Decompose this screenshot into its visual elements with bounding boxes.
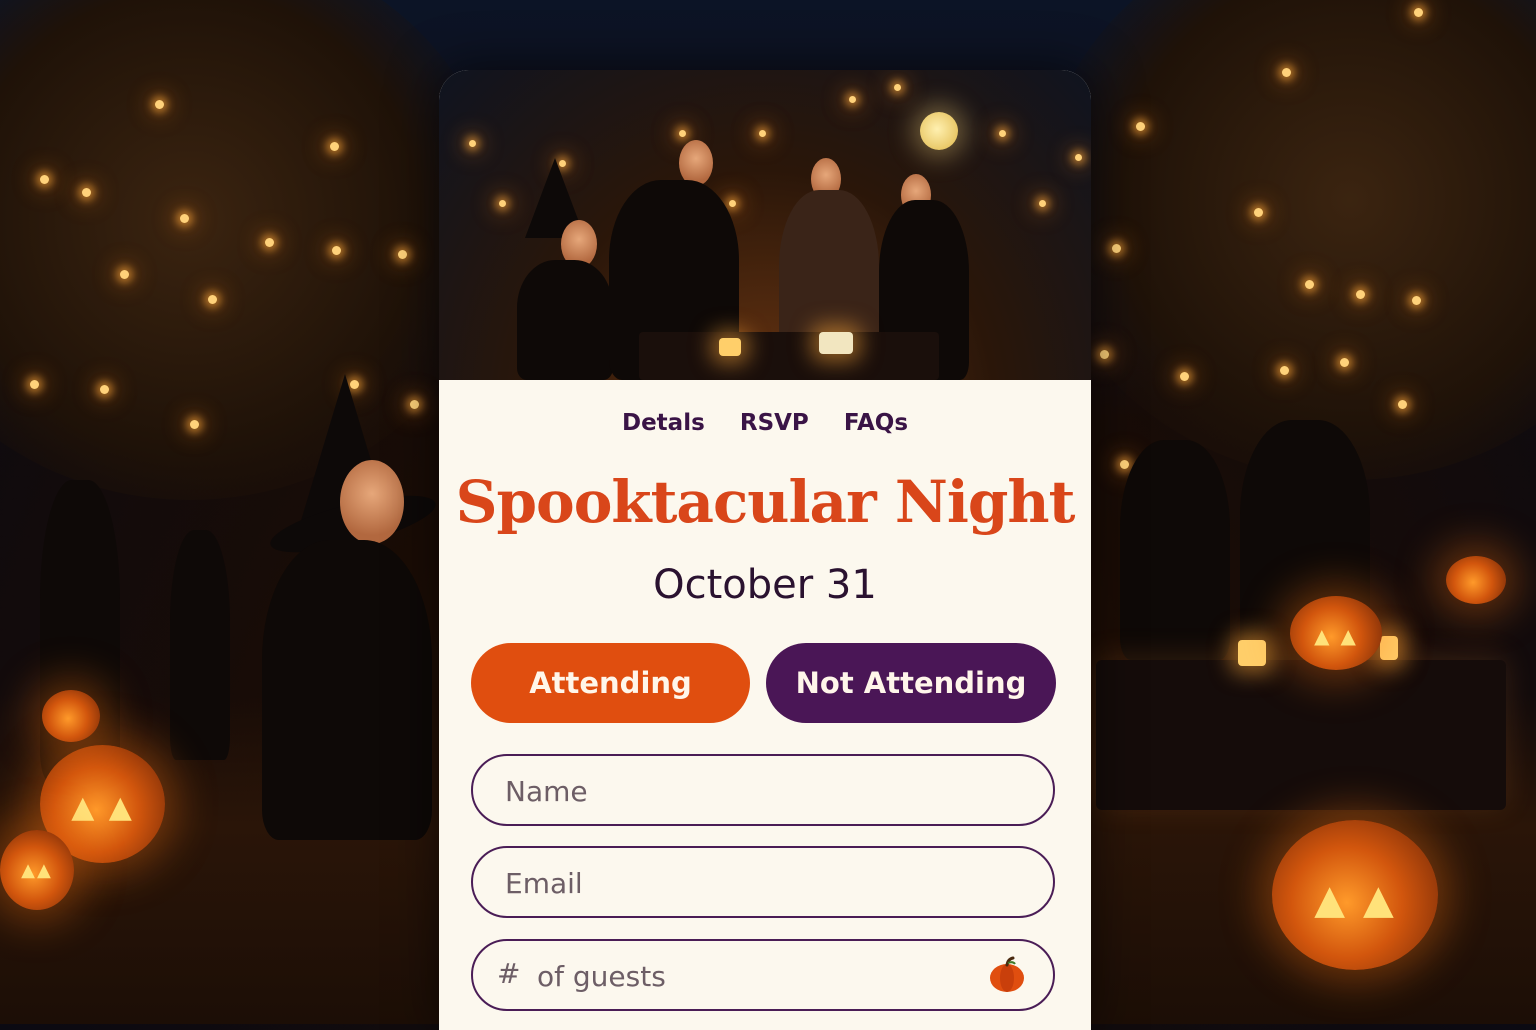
guests-field[interactable]: # bbox=[471, 939, 1055, 1011]
witch-face bbox=[340, 460, 404, 544]
moon bbox=[920, 112, 958, 150]
string-light bbox=[1112, 244, 1121, 253]
string-light bbox=[410, 400, 419, 409]
string-light bbox=[30, 380, 39, 389]
string-light bbox=[332, 246, 341, 255]
child-silhouette bbox=[170, 530, 230, 760]
string-light bbox=[1412, 296, 1421, 305]
name-field[interactable] bbox=[471, 754, 1055, 826]
string-light bbox=[894, 84, 901, 91]
event-date: October 31 bbox=[653, 562, 877, 608]
string-light bbox=[120, 270, 129, 279]
string-light bbox=[1280, 366, 1289, 375]
string-light bbox=[1254, 208, 1263, 217]
string-light bbox=[40, 175, 49, 184]
string-light bbox=[1356, 290, 1365, 299]
guest-silhouette bbox=[517, 260, 613, 380]
top-nav: Detals RSVP FAQs bbox=[439, 410, 1091, 436]
witch-body bbox=[262, 540, 432, 840]
jack-o-lantern: ▲ ▲ bbox=[1290, 596, 1382, 670]
jack-o-lantern: ▲▲ bbox=[0, 830, 74, 910]
candle bbox=[1380, 636, 1398, 660]
string-light bbox=[759, 130, 766, 137]
string-light bbox=[1039, 200, 1046, 207]
string-light bbox=[82, 188, 91, 197]
nav-rsvp[interactable]: RSVP bbox=[740, 410, 809, 436]
string-light bbox=[849, 96, 856, 103]
guests-input[interactable] bbox=[535, 941, 959, 1011]
string-light bbox=[1120, 460, 1129, 469]
string-light bbox=[999, 130, 1006, 137]
string-light bbox=[1100, 350, 1109, 359]
jack-o-lantern bbox=[42, 690, 100, 742]
not-attending-button[interactable]: Not Attending bbox=[766, 643, 1056, 723]
string-light bbox=[1282, 68, 1291, 77]
string-light bbox=[180, 214, 189, 223]
attending-button[interactable]: Attending bbox=[471, 643, 750, 723]
pumpkin-icon bbox=[990, 956, 1024, 992]
string-light bbox=[729, 200, 736, 207]
string-light bbox=[1340, 358, 1349, 367]
string-light bbox=[398, 250, 407, 259]
food-bowl bbox=[819, 332, 853, 354]
string-light bbox=[1305, 280, 1314, 289]
string-light bbox=[155, 100, 164, 109]
hero-table bbox=[639, 332, 939, 380]
string-light bbox=[1398, 400, 1407, 409]
tree-left bbox=[0, 0, 500, 500]
string-light bbox=[1180, 372, 1189, 381]
string-light bbox=[1136, 122, 1145, 131]
string-light bbox=[100, 385, 109, 394]
candle bbox=[1238, 640, 1266, 666]
string-light bbox=[499, 200, 506, 207]
event-title: Spooktacular Night bbox=[455, 468, 1076, 536]
string-light bbox=[190, 420, 199, 429]
candle bbox=[719, 338, 741, 356]
nav-faqs[interactable]: FAQs bbox=[844, 410, 908, 436]
person-silhouette bbox=[1120, 440, 1230, 660]
party-table bbox=[1096, 660, 1506, 810]
hero-image bbox=[439, 70, 1091, 380]
name-input[interactable] bbox=[503, 756, 987, 826]
string-light bbox=[265, 238, 274, 247]
rsvp-card: Detals RSVP FAQs Spooktacular Night Octo… bbox=[439, 70, 1091, 1030]
email-field[interactable] bbox=[471, 846, 1055, 918]
string-light bbox=[679, 130, 686, 137]
string-light bbox=[1414, 8, 1423, 17]
string-light bbox=[330, 142, 339, 151]
string-light bbox=[1075, 154, 1082, 161]
jack-o-lantern bbox=[1446, 556, 1506, 604]
string-light bbox=[469, 140, 476, 147]
jack-o-lantern: ▲ ▲ bbox=[1272, 820, 1438, 970]
hash-icon: # bbox=[497, 957, 521, 990]
nav-details[interactable]: Detals bbox=[622, 410, 705, 436]
email-input[interactable] bbox=[503, 848, 987, 918]
string-light bbox=[208, 295, 217, 304]
